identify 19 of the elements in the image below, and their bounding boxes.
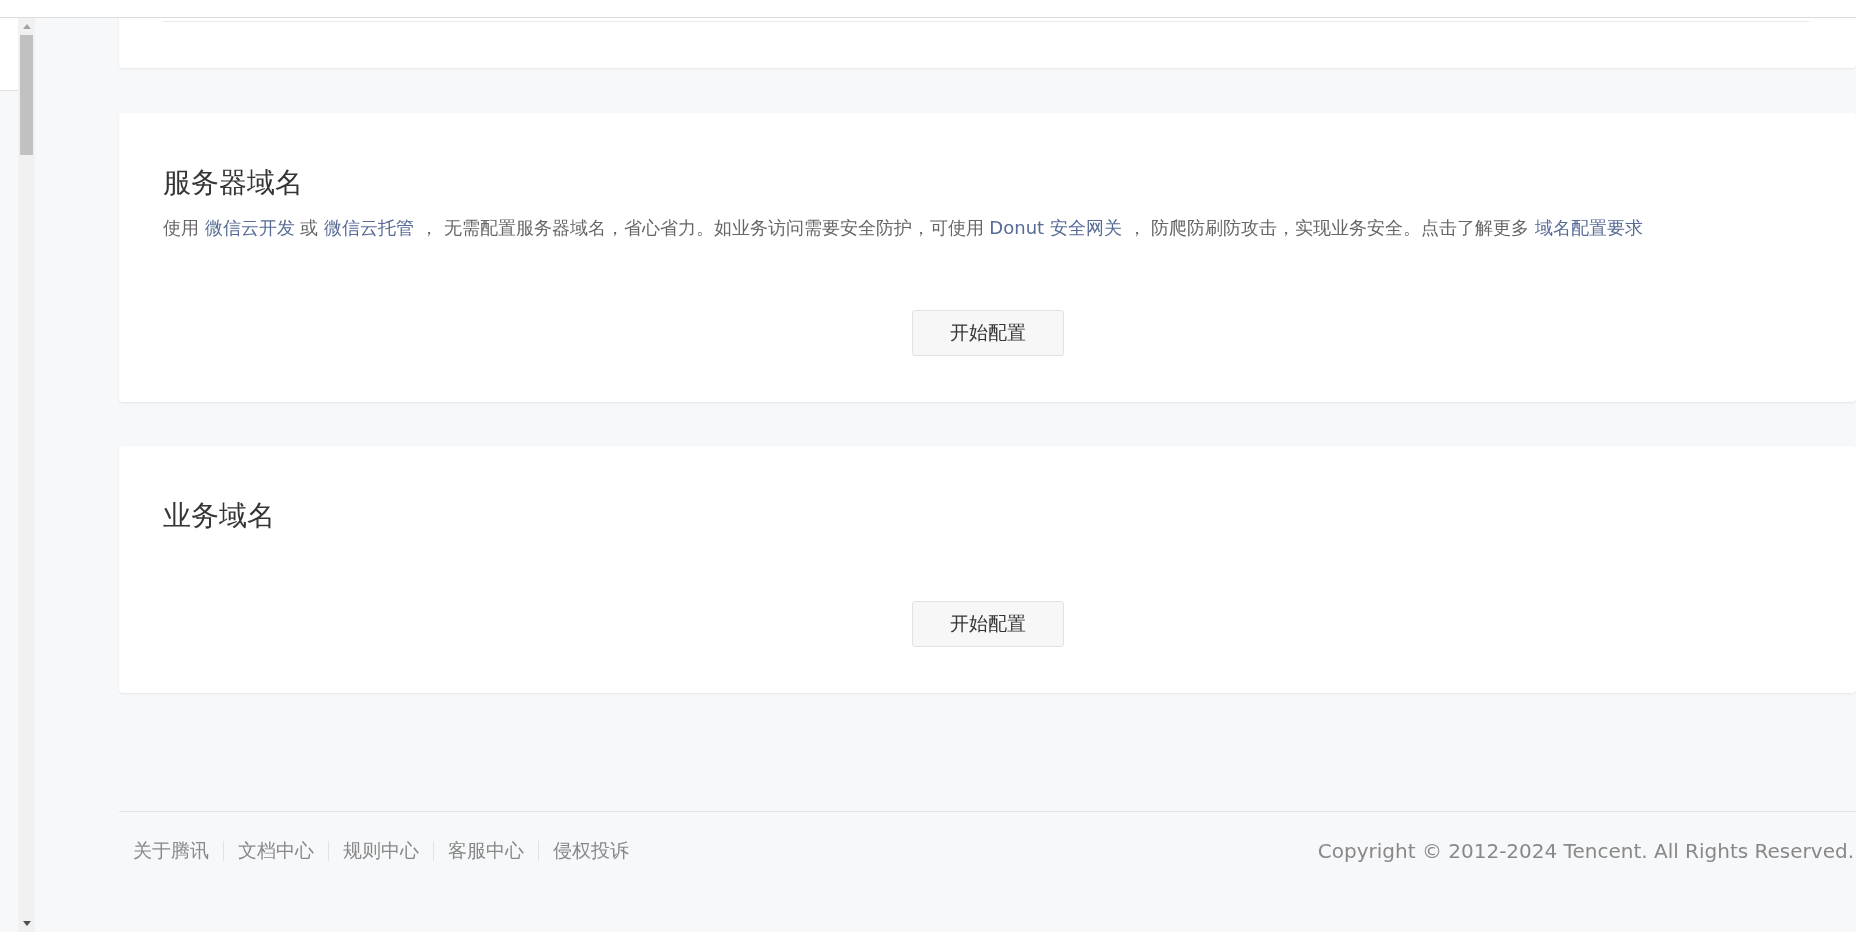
start-config-button[interactable]: 开始配置 [911,310,1064,356]
scroll-down-icon[interactable] [22,921,31,926]
scroll-up-icon[interactable] [22,24,31,29]
footer-link[interactable]: 关于腾讯 [133,838,209,864]
scrollbar[interactable] [18,18,35,932]
link[interactable]: 域名配置要求 [1535,217,1643,238]
link[interactable]: 微信云开发 [204,217,295,238]
start-config-button[interactable]: 开始配置 [911,601,1064,647]
footer-link[interactable]: 文档中心 [238,838,314,864]
section-title: 服务器域名 [163,165,304,201]
footer-link[interactable]: 规则中心 [343,838,419,864]
copyright-text: Copyright © 2012-2024 Tencent. All Rights Reserved. [1317,839,1854,863]
footer-link[interactable]: 侵权投诉 [553,838,629,864]
footer-link[interactable]: 客服中心 [448,838,524,864]
scroll-thumb[interactable] [20,35,33,155]
section-title: 业务域名 [163,498,276,534]
description-text: 使用 微信云开发 或 微信云托管 ， 无需配置服务器域名，省心省力。如业务访问需要安全防护，可使用 Donut 安全网关 ， 防爬防刷防攻击，实现业务安全。点击了解更多 域名配置要求 [163,216,1644,240]
link[interactable]: Donut 安全网关 [989,217,1122,238]
link[interactable]: 微信云托管 [324,217,415,238]
